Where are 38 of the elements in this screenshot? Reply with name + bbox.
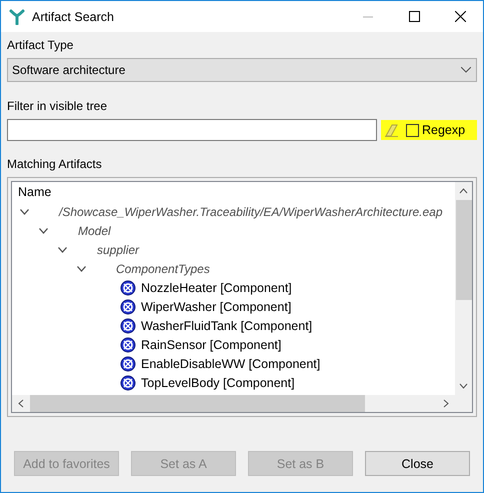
- dialog-button[interactable]: Close: [365, 451, 470, 476]
- tree-item[interactable]: WiperWasher [Component]: [141, 300, 292, 314]
- expander-icon[interactable]: [77, 266, 86, 272]
- close-icon: [454, 11, 466, 22]
- tree-item[interactable]: RainSensor [Component]: [141, 338, 282, 352]
- expander-icon[interactable]: [39, 228, 48, 234]
- maximize-icon: [408, 11, 420, 22]
- app-logo-icon: [9, 8, 25, 24]
- component-icon: [120, 356, 136, 372]
- expander-icon[interactable]: [58, 246, 67, 252]
- scroll-left-icon[interactable]: [18, 399, 24, 408]
- tree-item[interactable]: Model: [78, 224, 111, 238]
- horizontal-scrollbar[interactable]: [12, 395, 472, 412]
- tree-item[interactable]: ComponentTypes: [116, 262, 210, 276]
- scroll-up-icon[interactable]: [459, 188, 468, 194]
- tree-item[interactable]: /Showcase_WiperWasher.Traceability/EA/WiperWasherArchitecture.eap: [59, 204, 442, 218]
- window-title: Artifact Search: [32, 10, 115, 24]
- tree-item[interactable]: supplier: [97, 242, 140, 256]
- tree-item[interactable]: TopLevelBody [Component]: [141, 376, 295, 390]
- tree-item[interactable]: EnableDisableWW [Component]: [141, 356, 320, 370]
- component-icon: [120, 374, 136, 390]
- filter-label: Filter in visible tree: [7, 99, 108, 113]
- filter-field[interactable]: [7, 119, 377, 141]
- artifact-type-dropdown[interactable]: Software architecture: [7, 58, 477, 82]
- component-icon: [120, 318, 136, 334]
- scroll-right-icon[interactable]: [443, 399, 449, 408]
- component-icon: [120, 280, 136, 296]
- component-icon: [120, 336, 136, 352]
- column-header: Name: [18, 184, 52, 201]
- matching-artifacts-label: Matching Artifacts: [7, 157, 102, 171]
- tree-item[interactable]: WasherFluidTank [Component]: [141, 318, 312, 332]
- expander-icon[interactable]: [20, 208, 29, 214]
- component-icon: [120, 298, 136, 314]
- chevron-down-icon: [461, 67, 471, 73]
- artifact-type-label: Artifact Type: [7, 38, 74, 52]
- vertical-scrollbar[interactable]: [455, 182, 472, 395]
- tree-item[interactable]: NozzleHeater [Component]: [141, 280, 292, 294]
- scroll-down-icon[interactable]: [459, 383, 468, 389]
